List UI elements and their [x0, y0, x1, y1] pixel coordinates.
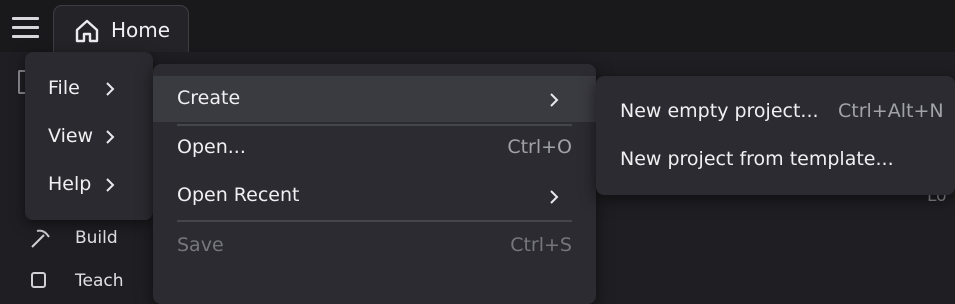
menu-item-label: Open... [177, 136, 246, 158]
menu-item-file[interactable]: File [25, 65, 153, 111]
main-menu: File View Help [25, 52, 153, 220]
chevron-right-icon [106, 130, 115, 144]
home-icon [75, 19, 99, 43]
menu-item-label: New project from template... [620, 148, 894, 170]
sidebar-item-teach[interactable]: Teach [75, 271, 124, 291]
create-menu: New empty project... Ctrl+Alt+N New proj… [596, 76, 955, 195]
menu-item-view[interactable]: View [25, 113, 153, 159]
menu-item-help[interactable]: Help [25, 161, 153, 207]
tab-home[interactable]: Home [53, 5, 189, 52]
menu-item-label: Help [48, 173, 92, 195]
menu-item-shortcut: Ctrl+O [507, 136, 572, 158]
menu-item-label: View [48, 125, 94, 147]
pickaxe-icon [31, 229, 50, 248]
menu-item-shortcut: Ctrl+Alt+N [838, 100, 944, 122]
menu-item-open[interactable]: Open... Ctrl+O [153, 125, 596, 171]
chevron-right-icon [106, 178, 115, 192]
menu-item-label: File [48, 77, 80, 99]
menu-item-label: Save [177, 234, 224, 256]
teach-icon [31, 272, 46, 288]
file-menu: Create Open... Ctrl+O Open Recent Save C… [153, 64, 596, 304]
menu-item-save[interactable]: Save Ctrl+S [153, 223, 596, 269]
menu-item-open-recent[interactable]: Open Recent [153, 173, 596, 219]
menu-item-shortcut: Ctrl+S [510, 234, 572, 256]
chevron-right-icon [106, 82, 115, 96]
menu-separator [177, 220, 572, 222]
menu-item-label: Create [177, 87, 241, 109]
hamburger-menu-icon[interactable] [12, 17, 40, 39]
menu-item-label: New empty project... [620, 100, 819, 122]
chevron-right-icon [550, 190, 559, 204]
tab-home-label: Home [111, 18, 171, 42]
menu-item-create[interactable]: Create [153, 76, 596, 122]
chevron-right-icon [550, 93, 559, 107]
menu-item-label: Open Recent [177, 184, 300, 206]
menu-item-new-empty-project[interactable]: New empty project... Ctrl+Alt+N [596, 88, 955, 134]
menu-item-new-project-from-template[interactable]: New project from template... [596, 136, 955, 182]
sidebar-item-build[interactable]: Build [75, 228, 118, 248]
